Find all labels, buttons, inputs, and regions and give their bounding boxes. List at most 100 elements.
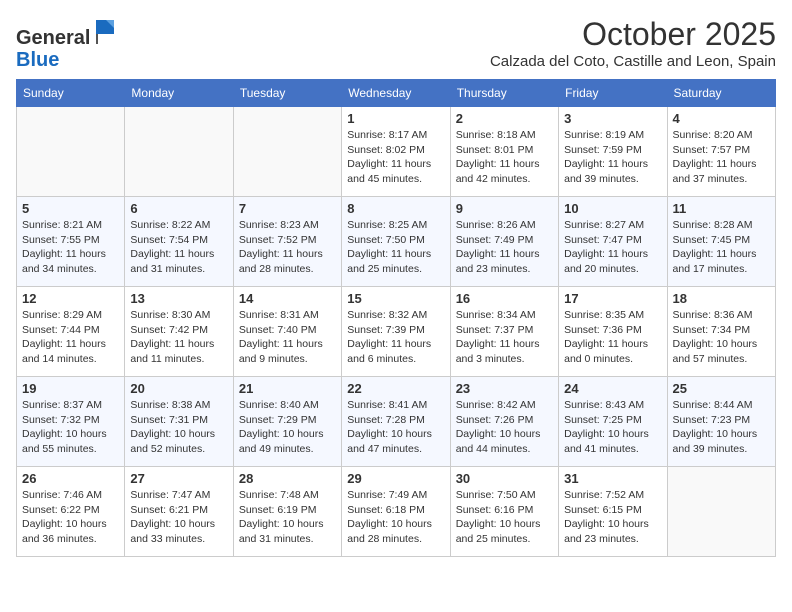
day-number: 28 (239, 471, 336, 486)
day-info: Sunrise: 7:49 AMSunset: 6:18 PMDaylight:… (347, 488, 444, 547)
calendar-cell: 14 Sunrise: 8:31 AMSunset: 7:40 PMDayligh… (233, 287, 341, 377)
calendar-cell: 13 Sunrise: 8:30 AMSunset: 7:42 PMDayligh… (125, 287, 233, 377)
day-info: Sunrise: 8:25 AMSunset: 7:50 PMDaylight:… (347, 218, 444, 277)
logo-blue-text: Blue (16, 49, 120, 71)
col-header-thursday: Thursday (450, 80, 558, 107)
calendar-cell: 9 Sunrise: 8:26 AMSunset: 7:49 PMDaylight… (450, 197, 558, 287)
day-number: 7 (239, 201, 336, 216)
calendar-cell: 25Sunrise: 8:44 AMSunset: 7:23 PMDayligh… (667, 377, 775, 467)
day-info: Sunrise: 8:35 AMSunset: 7:36 PMDaylight:… (564, 308, 661, 367)
day-number: 30 (456, 471, 553, 486)
day-number: 24 (564, 381, 661, 396)
day-info: Sunrise: 8:20 AMSunset: 7:57 PMDaylight:… (673, 128, 770, 187)
day-number: 27 (130, 471, 227, 486)
col-header-tuesday: Tuesday (233, 80, 341, 107)
calendar-cell: 28 Sunrise: 7:48 AMSunset: 6:19 PMDayligh… (233, 467, 341, 557)
day-number: 6 (130, 201, 227, 216)
col-header-wednesday: Wednesday (342, 80, 450, 107)
day-number: 8 (347, 201, 444, 216)
calendar-cell: 26Sunrise: 7:46 AMSunset: 6:22 PMDayligh… (17, 467, 125, 557)
page-header: General Blue October 2025 Calzada del Co… (16, 16, 776, 71)
day-number: 16 (456, 291, 553, 306)
day-number: 31 (564, 471, 661, 486)
day-info: Sunrise: 8:32 AMSunset: 7:39 PMDaylight:… (347, 308, 444, 367)
calendar-table: SundayMondayTuesdayWednesdayThursdayFrid… (16, 79, 776, 557)
month-title: October 2025 (490, 16, 776, 53)
day-info: Sunrise: 8:23 AMSunset: 7:52 PMDaylight:… (239, 218, 336, 277)
day-number: 1 (347, 111, 444, 126)
calendar-cell (667, 467, 775, 557)
day-info: Sunrise: 8:19 AMSunset: 7:59 PMDaylight:… (564, 128, 661, 187)
calendar-cell: 22 Sunrise: 8:41 AMSunset: 7:28 PMDayligh… (342, 377, 450, 467)
calendar-cell: 15 Sunrise: 8:32 AMSunset: 7:39 PMDayligh… (342, 287, 450, 377)
day-number: 29 (347, 471, 444, 486)
day-info: Sunrise: 8:30 AMSunset: 7:42 PMDaylight:… (130, 308, 227, 367)
day-info: Sunrise: 8:28 AMSunset: 7:45 PMDaylight:… (673, 218, 770, 277)
calendar-week-5: 26Sunrise: 7:46 AMSunset: 6:22 PMDayligh… (17, 467, 776, 557)
day-info: Sunrise: 8:38 AMSunset: 7:31 PMDaylight:… (130, 398, 227, 457)
calendar-cell: 27 Sunrise: 7:47 AMSunset: 6:21 PMDayligh… (125, 467, 233, 557)
day-info: Sunrise: 8:37 AMSunset: 7:32 PMDaylight:… (22, 398, 119, 457)
logo-general-text: General (16, 27, 90, 49)
day-number: 12 (22, 291, 119, 306)
day-info: Sunrise: 8:42 AMSunset: 7:26 PMDaylight:… (456, 398, 553, 457)
calendar-cell: 12Sunrise: 8:29 AMSunset: 7:44 PMDayligh… (17, 287, 125, 377)
day-info: Sunrise: 8:18 AMSunset: 8:01 PMDaylight:… (456, 128, 553, 187)
day-info: Sunrise: 7:46 AMSunset: 6:22 PMDaylight:… (22, 488, 119, 547)
day-info: Sunrise: 8:36 AMSunset: 7:34 PMDaylight:… (673, 308, 770, 367)
calendar-cell: 24 Sunrise: 8:43 AMSunset: 7:25 PMDayligh… (559, 377, 667, 467)
calendar-cell: 7 Sunrise: 8:23 AMSunset: 7:52 PMDaylight… (233, 197, 341, 287)
col-header-saturday: Saturday (667, 80, 775, 107)
day-number: 13 (130, 291, 227, 306)
calendar-cell: 6Sunrise: 8:22 AMSunset: 7:54 PMDaylight… (125, 197, 233, 287)
calendar-week-1: 1Sunrise: 8:17 AMSunset: 8:02 PMDaylight… (17, 107, 776, 197)
calendar-cell: 21Sunrise: 8:40 AMSunset: 7:29 PMDayligh… (233, 377, 341, 467)
calendar-week-2: 5 Sunrise: 8:21 AMSunset: 7:55 PMDaylight… (17, 197, 776, 287)
logo-flag-icon (92, 16, 120, 44)
day-info: Sunrise: 8:34 AMSunset: 7:37 PMDaylight:… (456, 308, 553, 367)
calendar-cell: 29 Sunrise: 7:49 AMSunset: 6:18 PMDayligh… (342, 467, 450, 557)
calendar-cell (233, 107, 341, 197)
calendar-cell: 4 Sunrise: 8:20 AMSunset: 7:57 PMDaylight… (667, 107, 775, 197)
col-header-friday: Friday (559, 80, 667, 107)
day-number: 23 (456, 381, 553, 396)
day-info: Sunrise: 7:52 AMSunset: 6:15 PMDaylight:… (564, 488, 661, 547)
logo: General Blue (16, 16, 120, 71)
calendar-week-3: 12Sunrise: 8:29 AMSunset: 7:44 PMDayligh… (17, 287, 776, 377)
day-info: Sunrise: 7:48 AMSunset: 6:19 PMDaylight:… (239, 488, 336, 547)
day-number: 20 (130, 381, 227, 396)
day-info: Sunrise: 8:40 AMSunset: 7:29 PMDaylight:… (239, 398, 336, 457)
day-number: 9 (456, 201, 553, 216)
day-info: Sunrise: 8:44 AMSunset: 7:23 PMDaylight:… (673, 398, 770, 457)
day-number: 19 (22, 381, 119, 396)
calendar-cell: 8 Sunrise: 8:25 AMSunset: 7:50 PMDaylight… (342, 197, 450, 287)
calendar-cell: 18 Sunrise: 8:36 AMSunset: 7:34 PMDayligh… (667, 287, 775, 377)
day-info: Sunrise: 8:26 AMSunset: 7:49 PMDaylight:… (456, 218, 553, 277)
day-number: 18 (673, 291, 770, 306)
day-number: 4 (673, 111, 770, 126)
day-number: 10 (564, 201, 661, 216)
day-info: Sunrise: 8:21 AMSunset: 7:55 PMDaylight:… (22, 218, 119, 277)
calendar-cell: 10 Sunrise: 8:27 AMSunset: 7:47 PMDayligh… (559, 197, 667, 287)
calendar-cell: 2 Sunrise: 8:18 AMSunset: 8:01 PMDaylight… (450, 107, 558, 197)
day-info: Sunrise: 8:41 AMSunset: 7:28 PMDaylight:… (347, 398, 444, 457)
day-number: 17 (564, 291, 661, 306)
day-number: 15 (347, 291, 444, 306)
calendar-cell: 3Sunrise: 8:19 AMSunset: 7:59 PMDaylight… (559, 107, 667, 197)
calendar-cell: 19 Sunrise: 8:37 AMSunset: 7:32 PMDayligh… (17, 377, 125, 467)
day-number: 22 (347, 381, 444, 396)
day-info: Sunrise: 8:27 AMSunset: 7:47 PMDaylight:… (564, 218, 661, 277)
day-number: 5 (22, 201, 119, 216)
calendar-cell: 17 Sunrise: 8:35 AMSunset: 7:36 PMDayligh… (559, 287, 667, 377)
calendar-cell (17, 107, 125, 197)
day-info: Sunrise: 8:43 AMSunset: 7:25 PMDaylight:… (564, 398, 661, 457)
day-info: Sunrise: 8:31 AMSunset: 7:40 PMDaylight:… (239, 308, 336, 367)
day-number: 2 (456, 111, 553, 126)
day-info: Sunrise: 7:50 AMSunset: 6:16 PMDaylight:… (456, 488, 553, 547)
day-number: 14 (239, 291, 336, 306)
calendar-week-4: 19 Sunrise: 8:37 AMSunset: 7:32 PMDayligh… (17, 377, 776, 467)
day-info: Sunrise: 7:47 AMSunset: 6:21 PMDaylight:… (130, 488, 227, 547)
calendar-cell: 5 Sunrise: 8:21 AMSunset: 7:55 PMDaylight… (17, 197, 125, 287)
calendar-cell: 16 Sunrise: 8:34 AMSunset: 7:37 PMDayligh… (450, 287, 558, 377)
col-header-monday: Monday (125, 80, 233, 107)
